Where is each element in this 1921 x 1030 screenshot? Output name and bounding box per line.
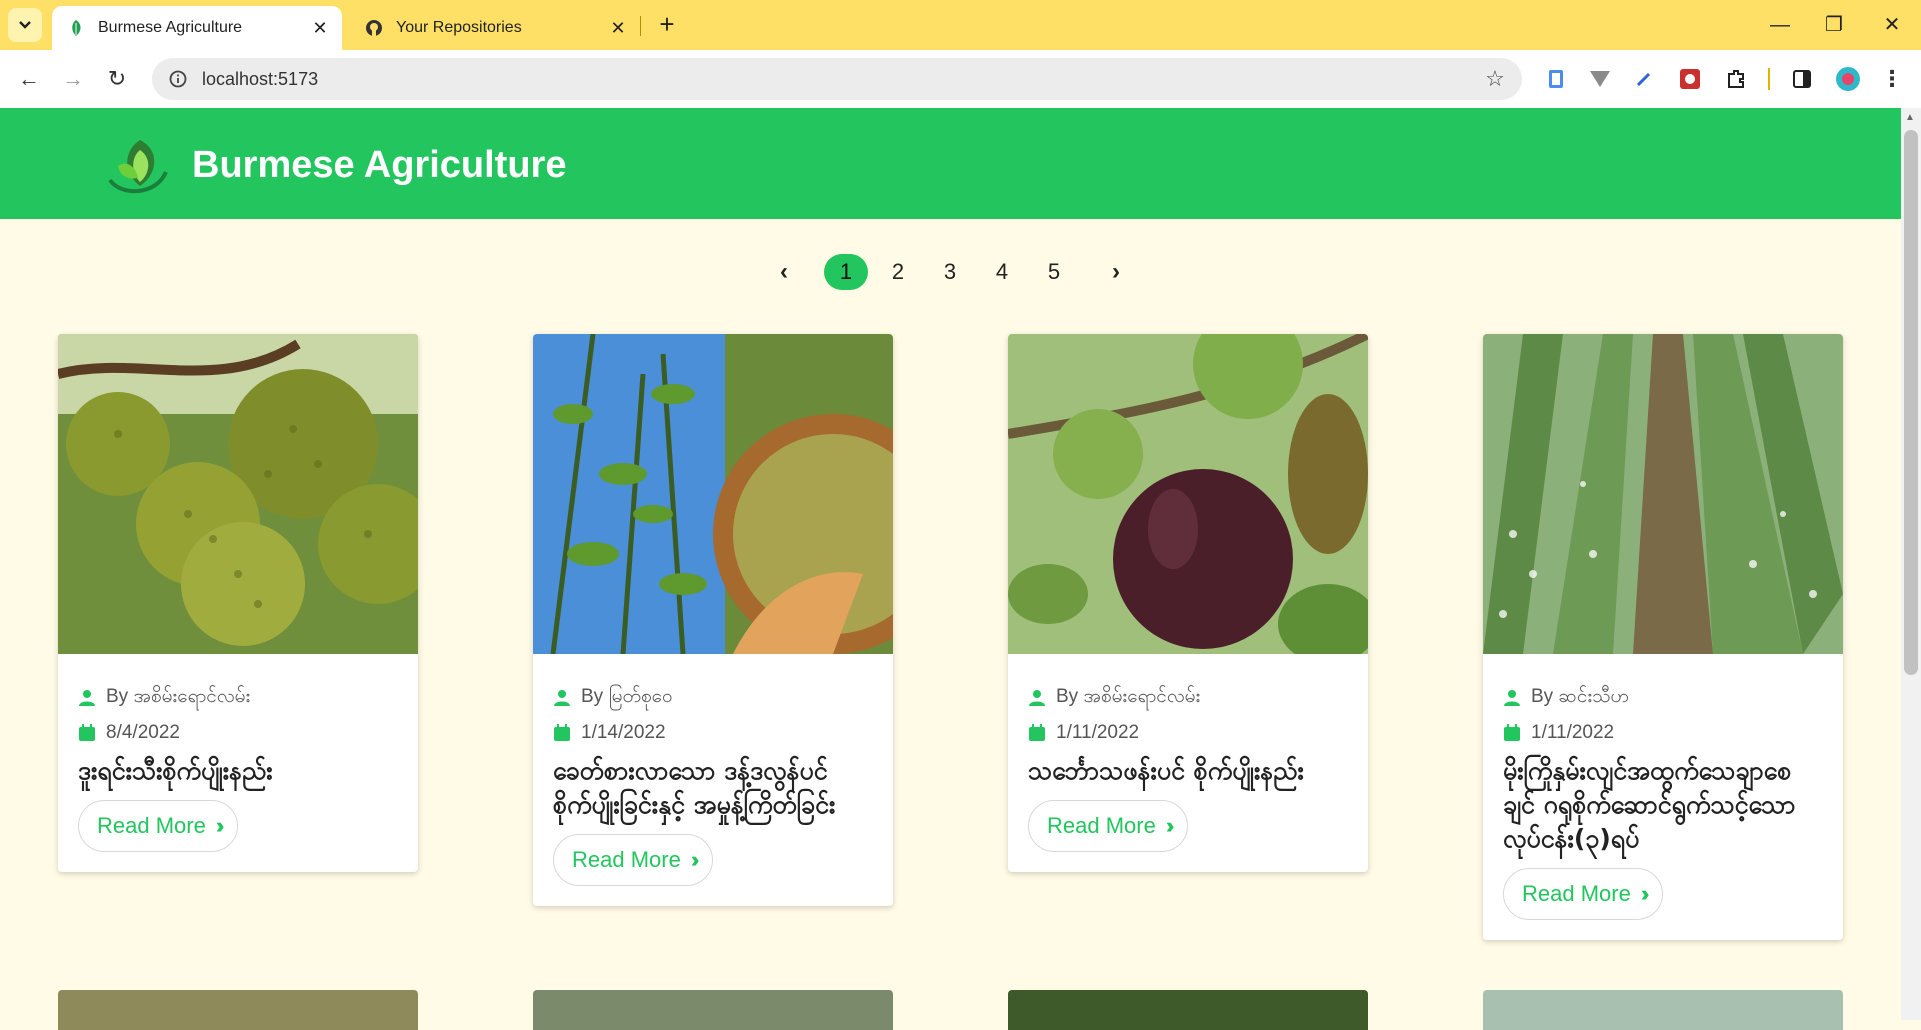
page-5-button[interactable]: 5	[1032, 254, 1076, 290]
more-menu-icon[interactable]: ⋮	[1878, 65, 1906, 93]
read-more-button[interactable]: Read More ››	[1028, 800, 1188, 852]
extension-vue-icon[interactable]	[1586, 65, 1614, 93]
new-tab-button[interactable]: +	[652, 10, 682, 40]
page-4-button[interactable]: 4	[980, 254, 1024, 290]
github-icon	[364, 18, 384, 38]
site-brand-title[interactable]: Burmese Agriculture	[192, 144, 566, 187]
durian-fruit-photo[interactable]	[58, 334, 418, 654]
post-date-text: 8/4/2022	[106, 722, 180, 743]
post-title[interactable]: ခေတ်စားလာသော ဒန့်ဒလွန်ပင် စိုက်ပျိုးခြင်…	[553, 754, 873, 822]
page-scrollbar[interactable]: ▲	[1901, 108, 1921, 1020]
post-author-text: By မြတ်စုဝေ	[581, 686, 673, 707]
post-card-image-partial[interactable]	[1008, 990, 1368, 1030]
calendar-icon	[1029, 724, 1045, 741]
calendar-icon	[554, 724, 570, 741]
extension-doc-icon[interactable]	[1542, 65, 1570, 93]
close-icon[interactable]: ✕	[310, 18, 330, 39]
read-more-label: Read More	[572, 847, 681, 872]
read-more-button[interactable]: Read More ››	[78, 800, 238, 852]
double-chevron-right-icon: ››	[215, 813, 224, 838]
post-author-text: By အစိမ်းရောင်လမ်း	[1056, 686, 1201, 707]
reload-icon[interactable]: ↻	[102, 64, 132, 94]
url-text[interactable]: localhost:5173	[202, 69, 1480, 90]
post-author: By ဆင်းသီဟ	[1503, 684, 1843, 712]
post-card: By ဆင်းသီဟ 1/11/2022 မိုးကြိုနှမ်းလျင်အထ…	[1483, 334, 1843, 940]
post-author: By အစိမ်းရောင်လမ်း	[78, 684, 418, 712]
page-1-button[interactable]: 1	[824, 254, 868, 290]
extensions-puzzle-icon[interactable]	[1722, 65, 1750, 93]
leaf-favicon-icon	[66, 18, 86, 38]
read-more-button[interactable]: Read More ››	[553, 834, 713, 886]
post-date: 1/11/2022	[1028, 722, 1368, 744]
post-title[interactable]: မိုးကြိုနှမ်းလျင်အထွက်သေချာစေချင် ဂရုစို…	[1503, 754, 1823, 856]
profile-avatar[interactable]	[1834, 65, 1862, 93]
post-date: 1/11/2022	[1503, 722, 1843, 744]
sesame-field-photo[interactable]	[1483, 334, 1843, 654]
toolbar-divider	[1768, 68, 1770, 90]
calendar-icon	[79, 724, 95, 741]
back-arrow-icon[interactable]: ←	[14, 64, 44, 94]
user-icon	[1504, 690, 1520, 706]
leaf-logo-icon[interactable]	[104, 126, 176, 198]
fig-fruit-photo[interactable]	[1008, 334, 1368, 654]
minimize-button[interactable]: —	[1760, 10, 1800, 40]
post-author: By အစိမ်းရောင်လမ်း	[1028, 684, 1368, 712]
post-card: By အစိမ်းရောင်လမ်း 8/4/2022 ဒူးရင်းသီးစိ…	[58, 334, 418, 872]
moringa-powder-photo[interactable]	[533, 334, 893, 654]
tab-title: Your Repositories	[396, 19, 522, 36]
post-card: By မြတ်စုဝေ 1/14/2022 ခေတ်စားလာသော ဒန့်ဒ…	[533, 334, 893, 906]
scroll-up-arrow-icon[interactable]: ▲	[1905, 112, 1915, 123]
user-icon	[1029, 690, 1045, 706]
post-card-image-partial[interactable]	[1483, 990, 1843, 1030]
post-date-text: 1/11/2022	[1531, 722, 1615, 743]
post-title[interactable]: ဒူးရင်းသီးစိုက်ပျိုးနည်း	[78, 754, 398, 788]
post-author-text: By အစိမ်းရောင်လမ်း	[106, 686, 251, 707]
post-title[interactable]: သင်္ဘောသဖန်းပင် စိုက်ပျိုးနည်း	[1028, 754, 1348, 788]
page-3-button[interactable]: 3	[928, 254, 972, 290]
browser-tabstrip: Burmese Agriculture ✕ Your Repositories …	[0, 0, 1921, 50]
user-icon	[79, 690, 95, 706]
post-card-image-partial[interactable]	[533, 990, 893, 1030]
side-panel-icon[interactable]	[1788, 65, 1816, 93]
address-bar[interactable]: localhost:5173 ☆	[152, 58, 1522, 100]
page-2-button[interactable]: 2	[876, 254, 920, 290]
browser-toolbar: ← → ↻ localhost:5173 ☆ ⋮	[0, 50, 1921, 109]
tab-your-repositories[interactable]: Your Repositories ✕	[350, 6, 640, 50]
bookmark-star-icon[interactable]: ☆	[1480, 66, 1510, 92]
calendar-icon	[1504, 724, 1520, 741]
prev-page-button[interactable]: ‹	[762, 254, 806, 290]
post-date-text: 1/11/2022	[1056, 722, 1140, 743]
post-date-text: 1/14/2022	[581, 722, 666, 743]
pagination: ‹ 1 2 3 4 5 ›	[0, 250, 1901, 294]
extension-pen-icon[interactable]	[1630, 65, 1658, 93]
next-page-button[interactable]: ›	[1094, 254, 1138, 290]
double-chevron-right-icon: ››	[690, 847, 699, 872]
post-card-image-partial[interactable]	[58, 990, 418, 1030]
read-more-label: Read More	[1522, 881, 1631, 906]
post-date: 1/14/2022	[553, 722, 893, 744]
double-chevron-right-icon: ››	[1640, 881, 1649, 906]
user-icon	[554, 690, 570, 706]
read-more-label: Read More	[1047, 813, 1156, 838]
read-more-label: Read More	[97, 813, 206, 838]
site-info-icon[interactable]	[166, 67, 190, 91]
tab-separator	[640, 16, 641, 36]
tab-search-button[interactable]	[8, 8, 42, 42]
read-more-button[interactable]: Read More ››	[1503, 868, 1663, 920]
post-author: By မြတ်စုဝေ	[553, 684, 893, 712]
close-icon[interactable]: ✕	[608, 18, 628, 39]
post-author-text: By ဆင်းသီဟ	[1531, 686, 1630, 707]
post-card: By အစိမ်းရောင်လမ်း 1/11/2022 သင်္ဘောသဖန်…	[1008, 334, 1368, 872]
close-window-button[interactable]: ✕	[1872, 10, 1912, 40]
tab-burmese-agriculture[interactable]: Burmese Agriculture ✕	[52, 6, 342, 50]
chevron-down-icon	[19, 21, 31, 29]
tab-title: Burmese Agriculture	[98, 19, 243, 36]
forward-arrow-icon[interactable]: →	[58, 64, 88, 94]
extension-red-icon[interactable]	[1676, 65, 1704, 93]
scroll-thumb[interactable]	[1904, 130, 1918, 675]
restore-button[interactable]: ❐	[1814, 10, 1854, 40]
post-date: 8/4/2022	[78, 722, 418, 744]
double-chevron-right-icon: ››	[1165, 813, 1174, 838]
site-header: Burmese Agriculture	[0, 108, 1901, 219]
